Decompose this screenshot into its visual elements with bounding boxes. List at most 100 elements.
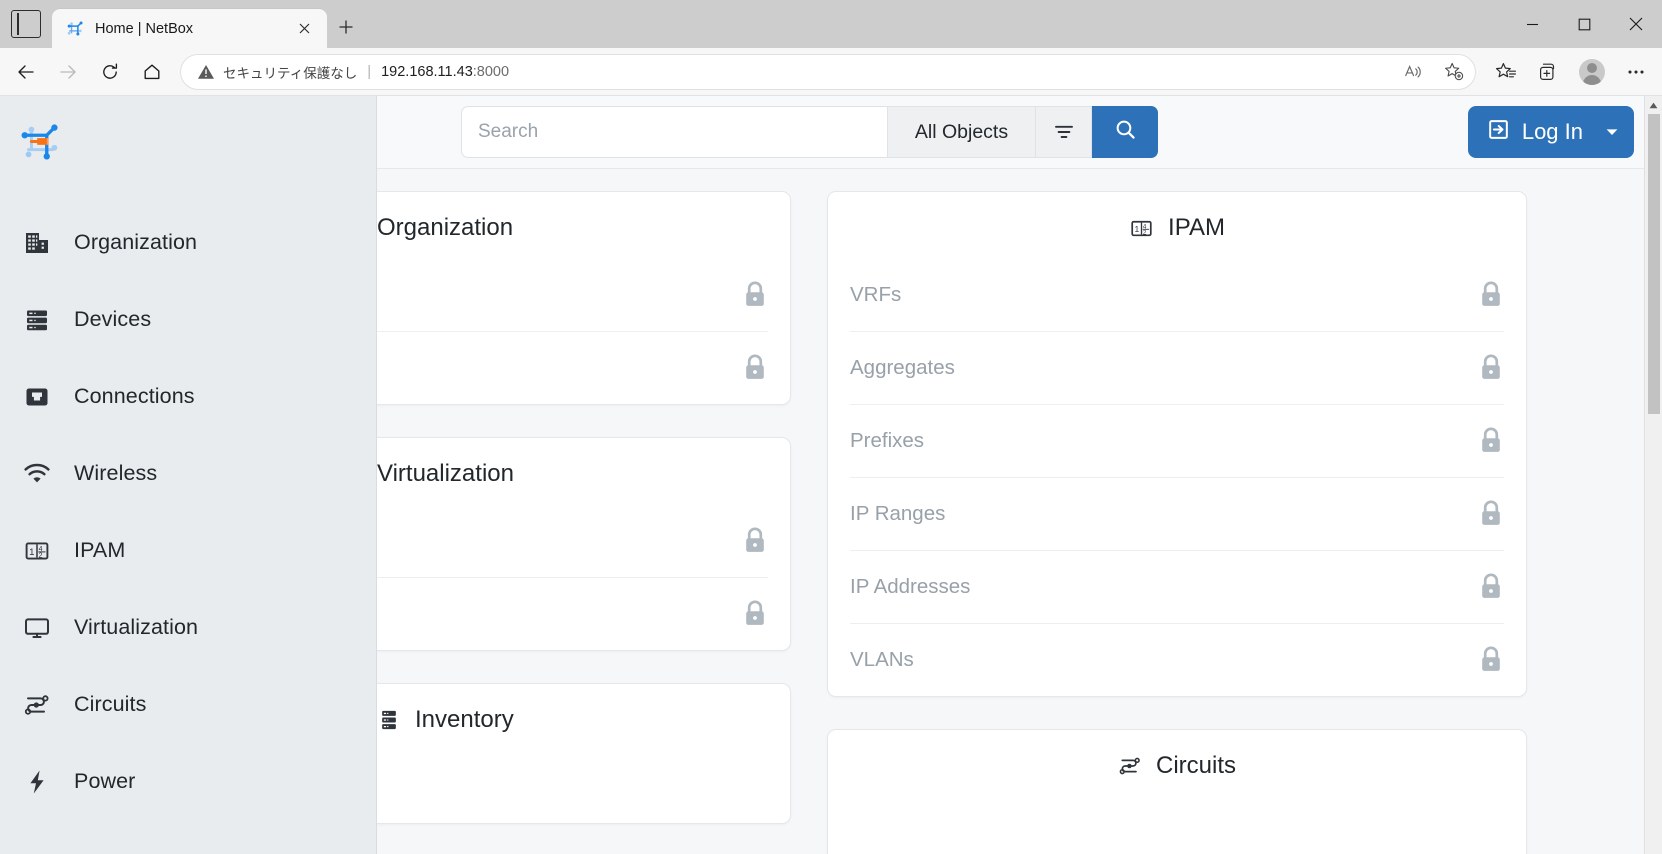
sidebar-item-label: Organization: [74, 230, 198, 254]
list-item-label: Prefixes: [850, 429, 925, 452]
list-item[interactable]: IP Addresses: [850, 550, 1504, 623]
sidebar-item-power[interactable]: Power: [0, 743, 376, 820]
collections-icon[interactable]: [1528, 54, 1568, 90]
list-item[interactable]: [377, 331, 768, 404]
lock-icon: [1478, 499, 1504, 529]
page-scroll-area: Organization Virtualization Inventory 1 …: [377, 169, 1662, 854]
lock-icon: [742, 280, 768, 310]
brand-area[interactable]: [0, 96, 376, 196]
favorites-star-icon[interactable]: [1486, 54, 1526, 90]
card-title: IPAM: [1168, 214, 1225, 241]
card-title: Organization: [377, 214, 514, 241]
scrollbar-thumb[interactable]: [1647, 114, 1660, 414]
app-content: All Objects: [377, 96, 1662, 854]
list-item[interactable]: Prefixes: [850, 404, 1504, 477]
sidebar-item-connections[interactable]: Connections: [0, 358, 376, 435]
netbox-logo: [21, 124, 58, 160]
refresh-icon[interactable]: [90, 54, 130, 90]
card-circuits: Circuits: [827, 729, 1527, 854]
login-icon: [1486, 117, 1511, 147]
avatar-icon: [1579, 58, 1605, 85]
back-arrow-icon[interactable]: [6, 54, 46, 90]
sidebar-item-label: Virtualization: [74, 615, 199, 639]
browser-tab[interactable]: Home | NetBox: [52, 9, 327, 48]
card-title: Inventory: [415, 706, 514, 733]
sidebar-item-circuits[interactable]: Circuits: [0, 666, 376, 743]
global-search-group: All Objects: [461, 106, 1158, 158]
list-item[interactable]: VRFs: [850, 258, 1504, 331]
server-rack-icon: [377, 708, 401, 732]
close-icon[interactable]: [291, 16, 317, 42]
card-title: Virtualization: [377, 460, 514, 487]
sidebar-item-ipam[interactable]: 1 4 2 IPAM: [0, 512, 376, 589]
list-item-label: IP Addresses: [850, 575, 971, 598]
tab-title: Home | NetBox: [95, 20, 194, 37]
lock-icon: [742, 526, 768, 556]
filter-icon[interactable]: [1036, 106, 1092, 158]
profile-button[interactable]: [1570, 54, 1614, 90]
card-row-list: [828, 796, 1526, 854]
svg-text:2: 2: [1143, 229, 1147, 236]
list-item[interactable]: Aggregates: [850, 331, 1504, 404]
tab-overview-icon[interactable]: [11, 10, 41, 38]
address-bar[interactable]: セキュリティ保護なし | 192.168.11.43:8000: [180, 53, 1476, 90]
list-item[interactable]: IP Ranges: [850, 477, 1504, 550]
list-item[interactable]: [377, 750, 768, 823]
lock-icon: [1478, 572, 1504, 602]
card-organization: Organization: [377, 191, 791, 405]
maximize-icon[interactable]: [1558, 0, 1610, 48]
lock-icon: [1478, 280, 1504, 310]
circuits-icon: [22, 690, 52, 720]
wifi-icon: [22, 459, 52, 489]
sidebar-item-devices[interactable]: Devices: [0, 281, 376, 358]
list-item-label: Aggregates: [850, 356, 955, 379]
dashboard-column-left: Organization Virtualization Inventory: [377, 191, 791, 854]
card-virtualization: Virtualization: [377, 437, 791, 651]
sidebar-item-wireless[interactable]: Wireless: [0, 435, 376, 512]
sidebar-item-organization[interactable]: Organization: [0, 204, 376, 281]
plus-icon[interactable]: [327, 8, 365, 46]
card-title: Circuits: [1155, 752, 1236, 779]
list-item-label: IP Ranges: [850, 502, 946, 525]
power-bolt-icon: [22, 767, 52, 797]
ipam-counter-icon: 1 4 2: [1129, 216, 1154, 241]
list-item[interactable]: [377, 577, 768, 650]
card-ipam: 1 4 2 IPAM VRFs Aggregates Prefixes IP R…: [827, 191, 1527, 697]
card-inventory: Inventory: [377, 683, 791, 824]
app-sidebar: Organization Devices Connections Wireles…: [0, 96, 377, 854]
sidebar-item-label: Connections: [74, 384, 195, 408]
card-row-list: [377, 750, 790, 823]
security-status-text: セキュリティ保護なし: [223, 65, 358, 81]
list-item[interactable]: [850, 796, 1504, 854]
page-viewport: Organization Devices Connections Wireles…: [0, 96, 1662, 854]
ellipsis-icon[interactable]: [1616, 54, 1656, 90]
minimize-icon[interactable]: [1506, 0, 1558, 48]
list-item[interactable]: [377, 258, 768, 331]
scrollbar-track[interactable]: [1645, 114, 1662, 854]
sidebar-item-label: Wireless: [74, 461, 158, 485]
search-input[interactable]: [461, 106, 888, 158]
page-vertical-scrollbar[interactable]: [1644, 96, 1662, 854]
add-favorite-star-icon[interactable]: [1437, 57, 1469, 87]
card-row-list: [377, 258, 790, 404]
search-scope-label: All Objects: [914, 120, 1009, 143]
sidebar-item-label: IPAM: [74, 538, 126, 562]
search-submit-button[interactable]: [1092, 106, 1158, 158]
close-window-icon[interactable]: [1610, 0, 1662, 48]
card-title-row: 1 4 2 IPAM: [828, 192, 1526, 258]
sidebar-item-virtualization[interactable]: Virtualization: [0, 589, 376, 666]
read-aloud-icon[interactable]: [1397, 57, 1429, 87]
home-icon[interactable]: [132, 54, 172, 90]
address-bar-url: 192.168.11.43:8000: [381, 64, 509, 80]
building-icon: [22, 228, 52, 258]
sidebar-item-label: Circuits: [74, 692, 147, 716]
search-scope-dropdown[interactable]: All Objects: [888, 106, 1036, 158]
scroll-up-arrow-icon[interactable]: [1645, 96, 1662, 114]
login-button[interactable]: Log In: [1467, 106, 1634, 158]
chevron-down-icon[interactable]: [1604, 124, 1620, 140]
svg-text:1: 1: [29, 547, 34, 558]
list-item[interactable]: [377, 504, 768, 577]
server-rack-icon: [22, 305, 52, 335]
browser-titlebar: Home | NetBox: [0, 0, 1662, 48]
list-item[interactable]: VLANs: [850, 623, 1504, 696]
